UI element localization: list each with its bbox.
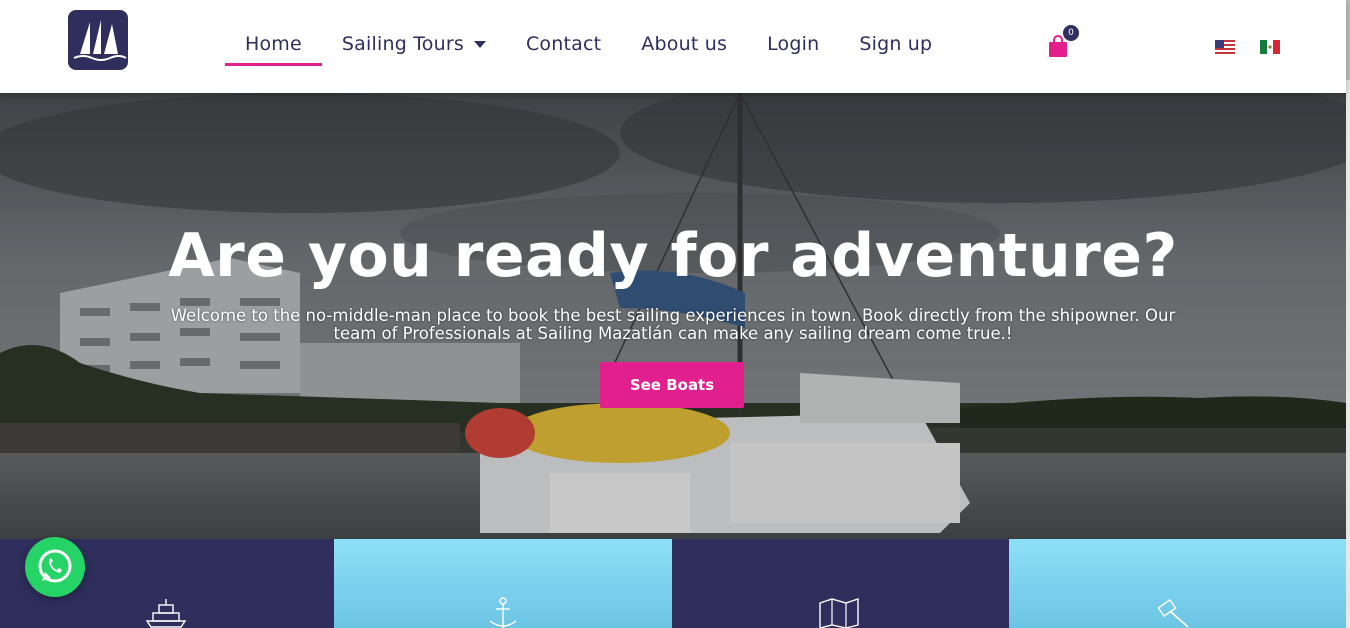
nav-contact[interactable]: Contact	[506, 27, 621, 65]
chevron-down-icon	[473, 41, 486, 48]
site-header: Home Sailing Tours Contact About us Logi…	[0, 0, 1346, 93]
feature-card-3[interactable]	[672, 539, 1009, 628]
mx-flag-icon[interactable]	[1260, 40, 1280, 54]
main-nav: Home Sailing Tours Contact About us Logi…	[225, 27, 952, 66]
map-icon	[819, 598, 859, 628]
whatsapp-chat-button[interactable]	[25, 537, 85, 597]
us-flag-icon[interactable]	[1215, 40, 1235, 54]
nav-about-us-label: About us	[641, 33, 728, 55]
feature-card-4[interactable]	[1009, 539, 1346, 628]
nav-login[interactable]: Login	[747, 27, 839, 65]
sailboat-logo-icon	[73, 20, 127, 61]
cart-count-badge: 0	[1063, 25, 1079, 41]
site-logo[interactable]	[68, 10, 128, 70]
whatsapp-icon	[38, 549, 72, 583]
yacht-icon	[145, 599, 187, 628]
nav-sign-up[interactable]: Sign up	[839, 27, 952, 65]
nav-home-label: Home	[245, 33, 302, 55]
nav-sailing-tours-label: Sailing Tours	[341, 33, 464, 55]
nav-home[interactable]: Home	[225, 27, 322, 66]
nav-contact-label: Contact	[525, 33, 602, 55]
hammer-icon	[1157, 598, 1189, 628]
hero-title: Are you ready for adventure?	[168, 221, 1178, 291]
hero-subtitle: Welcome to the no-middle-man place to bo…	[170, 306, 1176, 343]
nav-sign-up-label: Sign up	[859, 33, 933, 55]
page-scrollbar-thumb[interactable]	[1346, 0, 1350, 80]
feature-card-2[interactable]	[334, 539, 672, 628]
nav-about-us[interactable]: About us	[621, 27, 747, 65]
anchor-icon	[489, 597, 517, 628]
nav-login-label: Login	[767, 33, 820, 55]
nav-sailing-tours[interactable]: Sailing Tours	[322, 27, 506, 65]
page-scrollbar-track[interactable]	[1346, 0, 1350, 628]
hero-section: Are you ready for adventure? Welcome to …	[0, 93, 1346, 539]
see-boats-button[interactable]: See Boats	[600, 362, 744, 408]
